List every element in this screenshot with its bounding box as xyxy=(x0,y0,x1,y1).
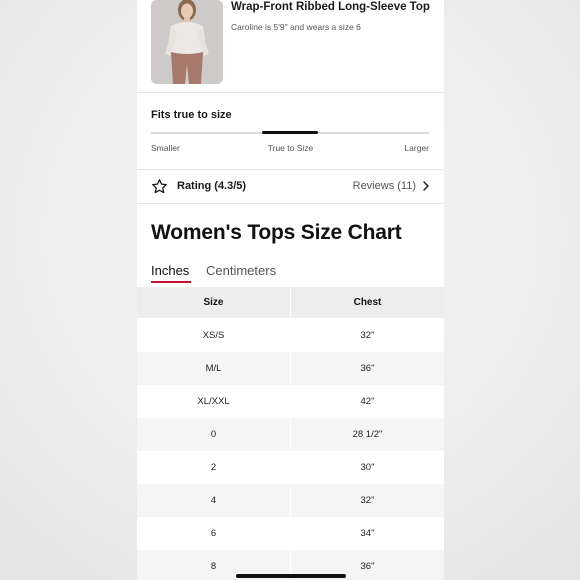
table-header-row: Size Chest xyxy=(137,287,444,318)
tab-inches[interactable]: Inches xyxy=(151,263,189,278)
size-chart-table: Size Chest XS/S 32" M/L 36" XL/XXL 42" 0 28 1/2… xyxy=(137,287,444,580)
size-cell: XS/S xyxy=(137,319,290,352)
chest-cell: 32" xyxy=(291,319,444,352)
home-indicator[interactable] xyxy=(236,574,346,578)
rating-label: Rating (4.3/5) xyxy=(177,180,247,192)
fit-scale-marker xyxy=(262,131,318,134)
model-size-note: Caroline is 5'9" and wears a size 6 xyxy=(231,22,361,32)
size-cell: 6 xyxy=(137,517,290,550)
fit-title: Fits true to size xyxy=(151,109,232,121)
fit-label-larger: Larger xyxy=(404,143,429,153)
chevron-right-icon[interactable] xyxy=(422,181,430,191)
table-row: 2 30" xyxy=(137,451,444,484)
size-cell: M/L xyxy=(137,352,290,385)
table-row: XS/S 32" xyxy=(137,319,444,352)
fit-section: Fits true to size Smaller True to Size L… xyxy=(137,93,444,170)
size-cell: XL/XXL xyxy=(137,385,290,418)
column-header-chest: Chest xyxy=(291,287,444,318)
product-detail-panel: Wrap-Front Ribbed Long-Sleeve Top Caroli… xyxy=(137,0,444,580)
rating-row[interactable]: Rating (4.3/5) Reviews (11) xyxy=(137,170,444,204)
size-cell: 2 xyxy=(137,451,290,484)
fit-scale-track xyxy=(151,131,429,134)
table-row: 0 28 1/2" xyxy=(137,418,444,451)
size-chart-title: Women's Tops Size Chart xyxy=(151,221,402,244)
chest-cell: 28 1/2" xyxy=(291,418,444,451)
product-title[interactable]: Wrap-Front Ribbed Long-Sleeve Top xyxy=(231,1,430,13)
tab-centimeters[interactable]: Centimeters xyxy=(206,263,276,278)
product-card[interactable]: Wrap-Front Ribbed Long-Sleeve Top Caroli… xyxy=(137,0,444,93)
reviews-link[interactable]: Reviews (11) xyxy=(353,180,416,192)
product-thumbnail[interactable] xyxy=(151,0,223,84)
column-header-size: Size xyxy=(137,287,290,318)
chest-cell: 42" xyxy=(291,385,444,418)
active-tab-underline xyxy=(151,281,191,283)
table-row: M/L 36" xyxy=(137,352,444,385)
size-cell: 4 xyxy=(137,484,290,517)
table-row: 4 32" xyxy=(137,484,444,517)
chest-cell: 34" xyxy=(291,517,444,550)
table-row: 6 34" xyxy=(137,517,444,550)
chest-cell: 36" xyxy=(291,352,444,385)
size-cell: 0 xyxy=(137,418,290,451)
screenshot-page: Wrap-Front Ribbed Long-Sleeve Top Caroli… xyxy=(0,0,580,580)
fit-label-true-to-size: True to Size xyxy=(267,143,314,153)
chest-cell: 32" xyxy=(291,484,444,517)
chest-cell: 30" xyxy=(291,451,444,484)
star-outline-icon xyxy=(152,179,167,194)
model-photo-icon xyxy=(151,0,223,84)
table-row: XL/XXL 42" xyxy=(137,385,444,418)
